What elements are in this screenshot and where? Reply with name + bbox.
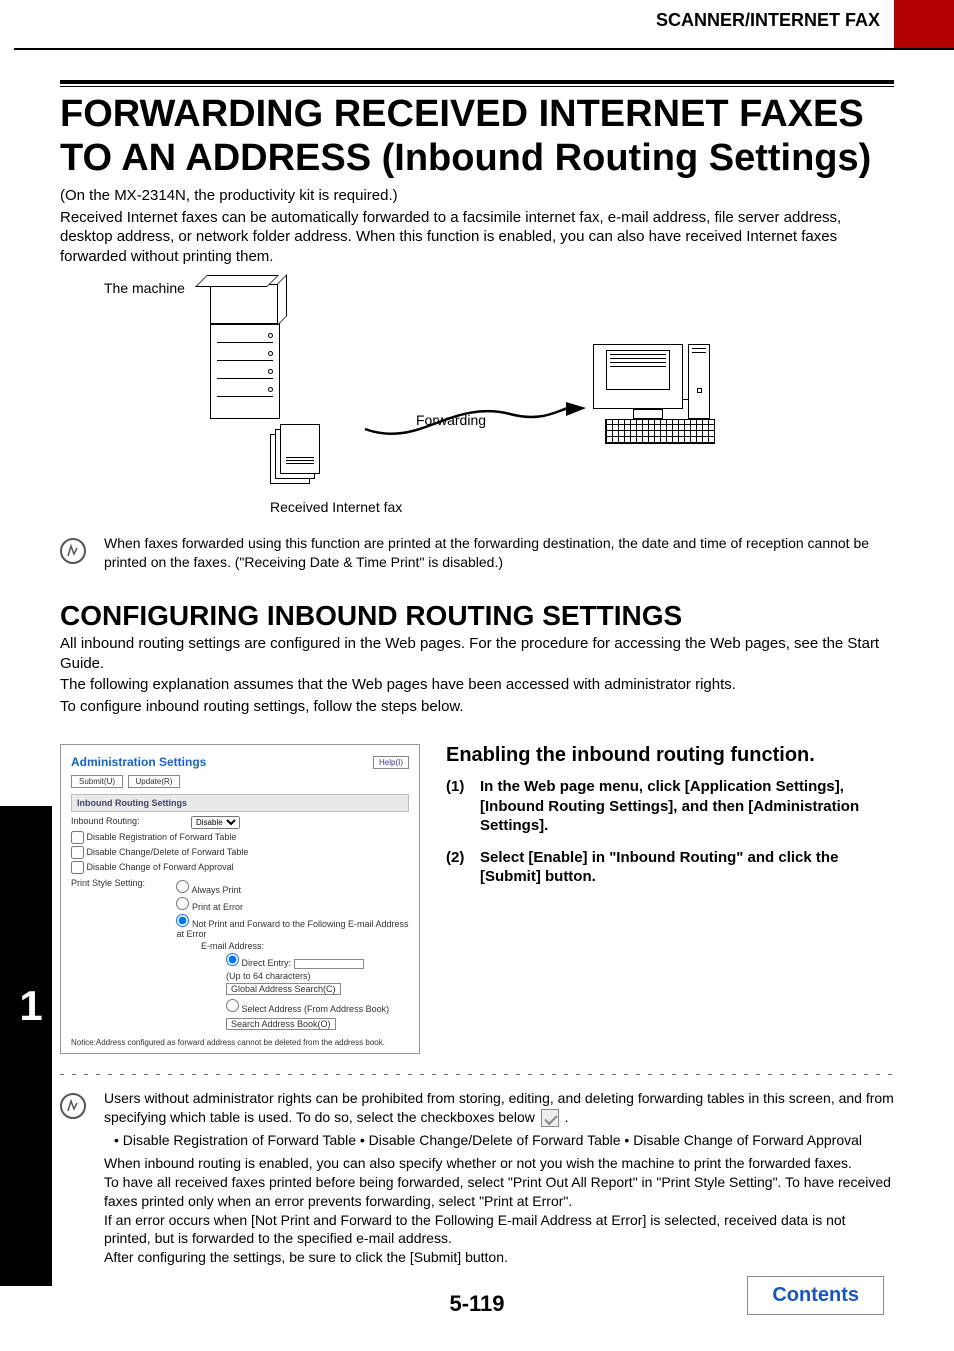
upto-label: (Up to 64 characters)	[226, 971, 409, 981]
dashed-separator	[60, 1074, 894, 1075]
instructions-heading: Enabling the inbound routing function.	[446, 744, 894, 767]
cb-disable-change-delete[interactable]	[71, 846, 84, 859]
direct-entry-label: Direct Entry:	[242, 958, 292, 968]
tips-body: Users without administrator rights can b…	[86, 1089, 894, 1267]
radio-print-at-error[interactable]	[176, 897, 189, 910]
header-left: SCANNER/INTERNET FAX	[14, 0, 894, 48]
radio-always-print[interactable]	[176, 880, 189, 893]
tips-line1b: .	[561, 1109, 569, 1125]
r3-label: Not Print and Forward to the Following E…	[176, 919, 408, 939]
tips-line3: To have all received faxes printed befor…	[104, 1173, 894, 1211]
diagram-label-forwarding: Forwarding	[416, 412, 486, 428]
header-section-title: SCANNER/INTERNET FAX	[656, 10, 880, 37]
radio-direct-entry[interactable]	[226, 953, 239, 966]
monitor-icon	[593, 344, 683, 409]
pss-label: Print Style Setting:	[71, 878, 176, 941]
routing-select[interactable]: Disable	[191, 816, 240, 829]
keyboard-icon	[605, 419, 715, 444]
step-1: 1 Administration Settings Help(I) Submit…	[60, 744, 894, 1267]
checkbox-icon	[541, 1109, 559, 1127]
r2-label: Print at Error	[192, 902, 243, 912]
page-header: SCANNER/INTERNET FAX	[14, 0, 954, 50]
help-button[interactable]: Help(I)	[373, 756, 409, 769]
info-icon	[60, 1093, 86, 1119]
title-rule	[60, 80, 894, 87]
page-title: FORWARDING RECEIVED INTERNET FAXES TO AN…	[60, 93, 894, 180]
update-button[interactable]: Update(R)	[128, 775, 181, 788]
cb-disable-registration[interactable]	[71, 831, 84, 844]
config-body-1: All inbound routing settings are configu…	[60, 634, 894, 673]
routing-label: Inbound Routing:	[71, 816, 191, 829]
note-row: When faxes forwarded using this function…	[60, 534, 894, 572]
step-number: 1	[19, 982, 42, 1030]
r1-label: Always Print	[191, 885, 241, 895]
cb1-label: Disable Registration of Forward Table	[87, 832, 237, 842]
radio-select-address[interactable]	[226, 999, 239, 1012]
email-label: E-mail Address:	[201, 941, 264, 951]
config-body-2: The following explanation assumes that t…	[60, 675, 894, 695]
instructions: Enabling the inbound routing function. (…	[446, 744, 894, 1054]
tips-bullets: • Disable Registration of Forward Table …	[114, 1131, 894, 1150]
global-address-search-button[interactable]: Global Address Search(C)	[226, 983, 341, 995]
cb2-label: Disable Change/Delete of Forward Table	[87, 847, 249, 857]
header-red-tab	[894, 0, 954, 48]
info-icon	[60, 538, 86, 564]
tower-icon	[688, 344, 710, 419]
config-body-3: To configure inbound routing settings, f…	[60, 697, 894, 717]
select-address-label: Select Address (From Address Book)	[242, 1004, 390, 1014]
fax-pages-icon	[270, 434, 315, 474]
submit-button[interactable]: Submit(U)	[71, 775, 123, 788]
diagram-label-received: Received Internet fax	[270, 499, 402, 515]
instruction-num-1: (1)	[446, 777, 480, 836]
tips-line2: When inbound routing is enabled, you can…	[104, 1154, 894, 1173]
config-title: CONFIGURING INBOUND ROUTING SETTINGS	[60, 600, 894, 632]
web-page-screenshot: Administration Settings Help(I) Submit(U…	[60, 744, 420, 1054]
kb-stand-icon	[633, 409, 663, 419]
diagram: The machine Forwarding	[60, 274, 894, 504]
diagram-label-machine: The machine	[104, 280, 185, 296]
instruction-text-1: In the Web page menu, click [Application…	[480, 777, 894, 836]
tips-line5: After configuring the settings, be sure …	[104, 1248, 894, 1267]
instruction-num-2: (2)	[446, 848, 480, 887]
search-address-book-button[interactable]: Search Address Book(O)	[226, 1018, 336, 1030]
tips-line4: If an error occurs when [Not Print and F…	[104, 1211, 894, 1249]
direct-entry-input[interactable]	[294, 959, 364, 969]
tips-row: Users without administrator rights can b…	[60, 1089, 894, 1267]
radio-not-print-forward[interactable]	[176, 914, 189, 927]
panel-notice: Notice:Address configured as forward add…	[71, 1038, 409, 1047]
note-text: When faxes forwarded using this function…	[86, 534, 894, 572]
instruction-item-2: (2) Select [Enable] in "Inbound Routing"…	[446, 848, 894, 887]
tips-line1a: Users without administrator rights can b…	[104, 1090, 894, 1125]
instruction-text-2: Select [Enable] in "Inbound Routing" and…	[480, 848, 894, 887]
cb3-label: Disable Change of Forward Approval	[87, 862, 234, 872]
cb-disable-change-approval[interactable]	[71, 861, 84, 874]
instruction-item-1: (1) In the Web page menu, click [Applica…	[446, 777, 894, 836]
section-bar: Inbound Routing Settings	[71, 794, 409, 812]
contents-button[interactable]: Contents	[747, 1276, 884, 1315]
intro-body: Received Internet faxes can be automatic…	[60, 208, 894, 267]
intro-note: (On the MX-2314N, the productivity kit i…	[60, 186, 894, 206]
panel-title: Administration Settings	[71, 755, 206, 769]
